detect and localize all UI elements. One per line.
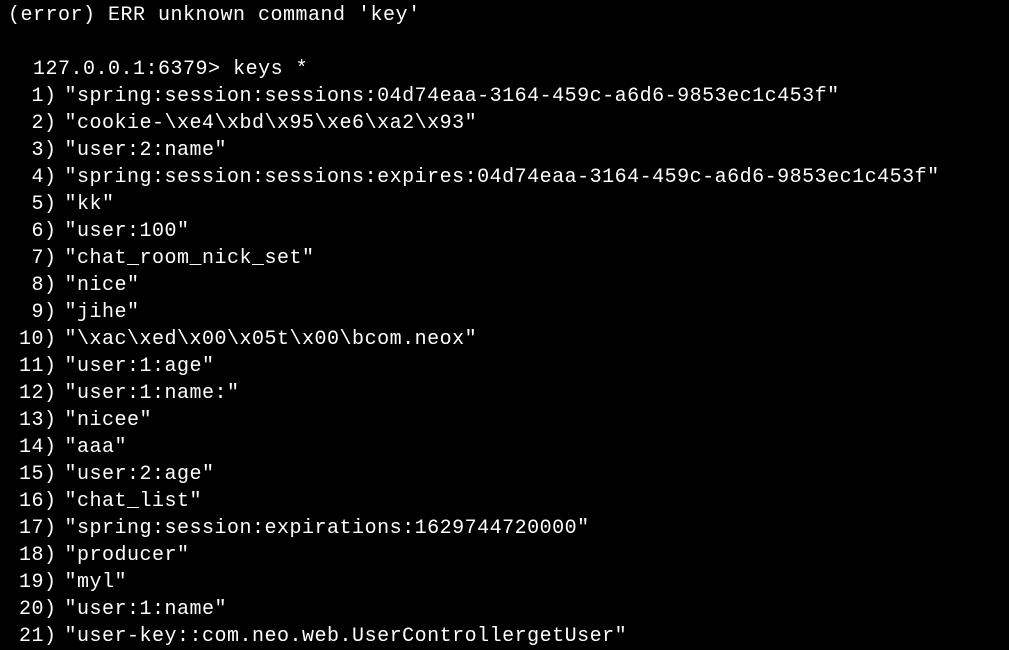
- paren: ): [44, 164, 57, 191]
- paren: ): [44, 596, 57, 623]
- result-value: "nicee": [57, 407, 153, 434]
- result-index: 11: [4, 353, 44, 380]
- result-value: "aaa": [57, 434, 128, 461]
- result-index: 10: [4, 326, 44, 353]
- result-index: 1: [4, 83, 44, 110]
- paren: ): [44, 434, 57, 461]
- result-row: 21)"user-key::com.neo.web.UserController…: [4, 623, 1009, 650]
- result-row: 12)"user:1:name:": [4, 380, 1009, 407]
- paren: ): [44, 353, 57, 380]
- result-value: "user:100": [57, 218, 190, 245]
- result-index: 5: [4, 191, 44, 218]
- result-row: 16)"chat_list": [4, 488, 1009, 515]
- result-index: 2: [4, 110, 44, 137]
- result-row: 13)"nicee": [4, 407, 1009, 434]
- result-row: 5)"kk": [4, 191, 1009, 218]
- result-row: 14)"aaa": [4, 434, 1009, 461]
- result-index: 18: [4, 542, 44, 569]
- result-row: 9)"jihe": [4, 299, 1009, 326]
- result-index: 20: [4, 596, 44, 623]
- result-row: 20)"user:1:name": [4, 596, 1009, 623]
- results-list: 1)"spring:session:sessions:04d74eaa-3164…: [4, 83, 1009, 650]
- result-row: 2)"cookie-\xe4\xbd\x95\xe6\xa2\x93": [4, 110, 1009, 137]
- paren: ): [44, 245, 57, 272]
- result-row: 6)"user:100": [4, 218, 1009, 245]
- paren: ): [44, 137, 57, 164]
- result-index: 12: [4, 380, 44, 407]
- result-row: 15)"user:2:age": [4, 461, 1009, 488]
- paren: ): [44, 569, 57, 596]
- result-value: "user-key::com.neo.web.UserControllerget…: [57, 623, 628, 650]
- result-value: "chat_room_nick_set": [57, 245, 315, 272]
- result-index: 19: [4, 569, 44, 596]
- paren: ): [44, 218, 57, 245]
- paren: ): [44, 272, 57, 299]
- paren: ): [44, 542, 57, 569]
- result-row: 7)"chat_room_nick_set": [4, 245, 1009, 272]
- prompt-prefix: 127.0.0.1:6379>: [33, 58, 221, 81]
- paren: ): [44, 110, 57, 137]
- result-index: 17: [4, 515, 44, 542]
- paren: ): [44, 407, 57, 434]
- result-index: 21: [4, 623, 44, 650]
- result-row: 11)"user:1:age": [4, 353, 1009, 380]
- paren: ): [44, 623, 57, 650]
- result-value: "user:1:name": [57, 596, 228, 623]
- result-index: 14: [4, 434, 44, 461]
- result-value: "spring:session:sessions:04d74eaa-3164-4…: [57, 83, 840, 110]
- paren: ): [44, 83, 57, 110]
- paren: ): [44, 191, 57, 218]
- paren: ): [44, 326, 57, 353]
- paren: ): [44, 515, 57, 542]
- paren: ): [44, 488, 57, 515]
- result-row: 10)"\xac\xed\x00\x05t\x00\bcom.neox": [4, 326, 1009, 353]
- result-value: "producer": [57, 542, 190, 569]
- result-index: 8: [4, 272, 44, 299]
- result-row: 18)"producer": [4, 542, 1009, 569]
- result-value: "user:2:age": [57, 461, 215, 488]
- command-text: keys *: [233, 58, 308, 81]
- result-row: 17)"spring:session:expirations:162974472…: [4, 515, 1009, 542]
- result-value: "spring:session:sessions:expires:04d74ea…: [57, 164, 940, 191]
- result-row: 1)"spring:session:sessions:04d74eaa-3164…: [4, 83, 1009, 110]
- result-row: 19)"myl": [4, 569, 1009, 596]
- result-index: 3: [4, 137, 44, 164]
- result-value: "user:1:age": [57, 353, 215, 380]
- result-value: "cookie-\xe4\xbd\x95\xe6\xa2\x93": [57, 110, 478, 137]
- result-index: 7: [4, 245, 44, 272]
- result-row: 3)"user:2:name": [4, 137, 1009, 164]
- result-value: "jihe": [57, 299, 140, 326]
- prompt-line[interactable]: 127.0.0.1:6379> keys *: [4, 29, 1009, 83]
- paren: ): [44, 461, 57, 488]
- result-index: 13: [4, 407, 44, 434]
- result-index: 15: [4, 461, 44, 488]
- result-value: "user:2:name": [57, 137, 228, 164]
- result-value: "user:1:name:": [57, 380, 240, 407]
- paren: ): [44, 380, 57, 407]
- result-value: "spring:session:expirations:162974472000…: [57, 515, 590, 542]
- paren: ): [44, 299, 57, 326]
- error-line: (error) ERR unknown command 'key': [4, 2, 1009, 29]
- result-row: 4)"spring:session:sessions:expires:04d74…: [4, 164, 1009, 191]
- result-index: 4: [4, 164, 44, 191]
- result-index: 16: [4, 488, 44, 515]
- result-row: 8)"nice": [4, 272, 1009, 299]
- result-value: "chat_list": [57, 488, 203, 515]
- result-value: "myl": [57, 569, 128, 596]
- result-index: 6: [4, 218, 44, 245]
- result-index: 9: [4, 299, 44, 326]
- result-value: "kk": [57, 191, 115, 218]
- result-value: "\xac\xed\x00\x05t\x00\bcom.neox": [57, 326, 478, 353]
- result-value: "nice": [57, 272, 140, 299]
